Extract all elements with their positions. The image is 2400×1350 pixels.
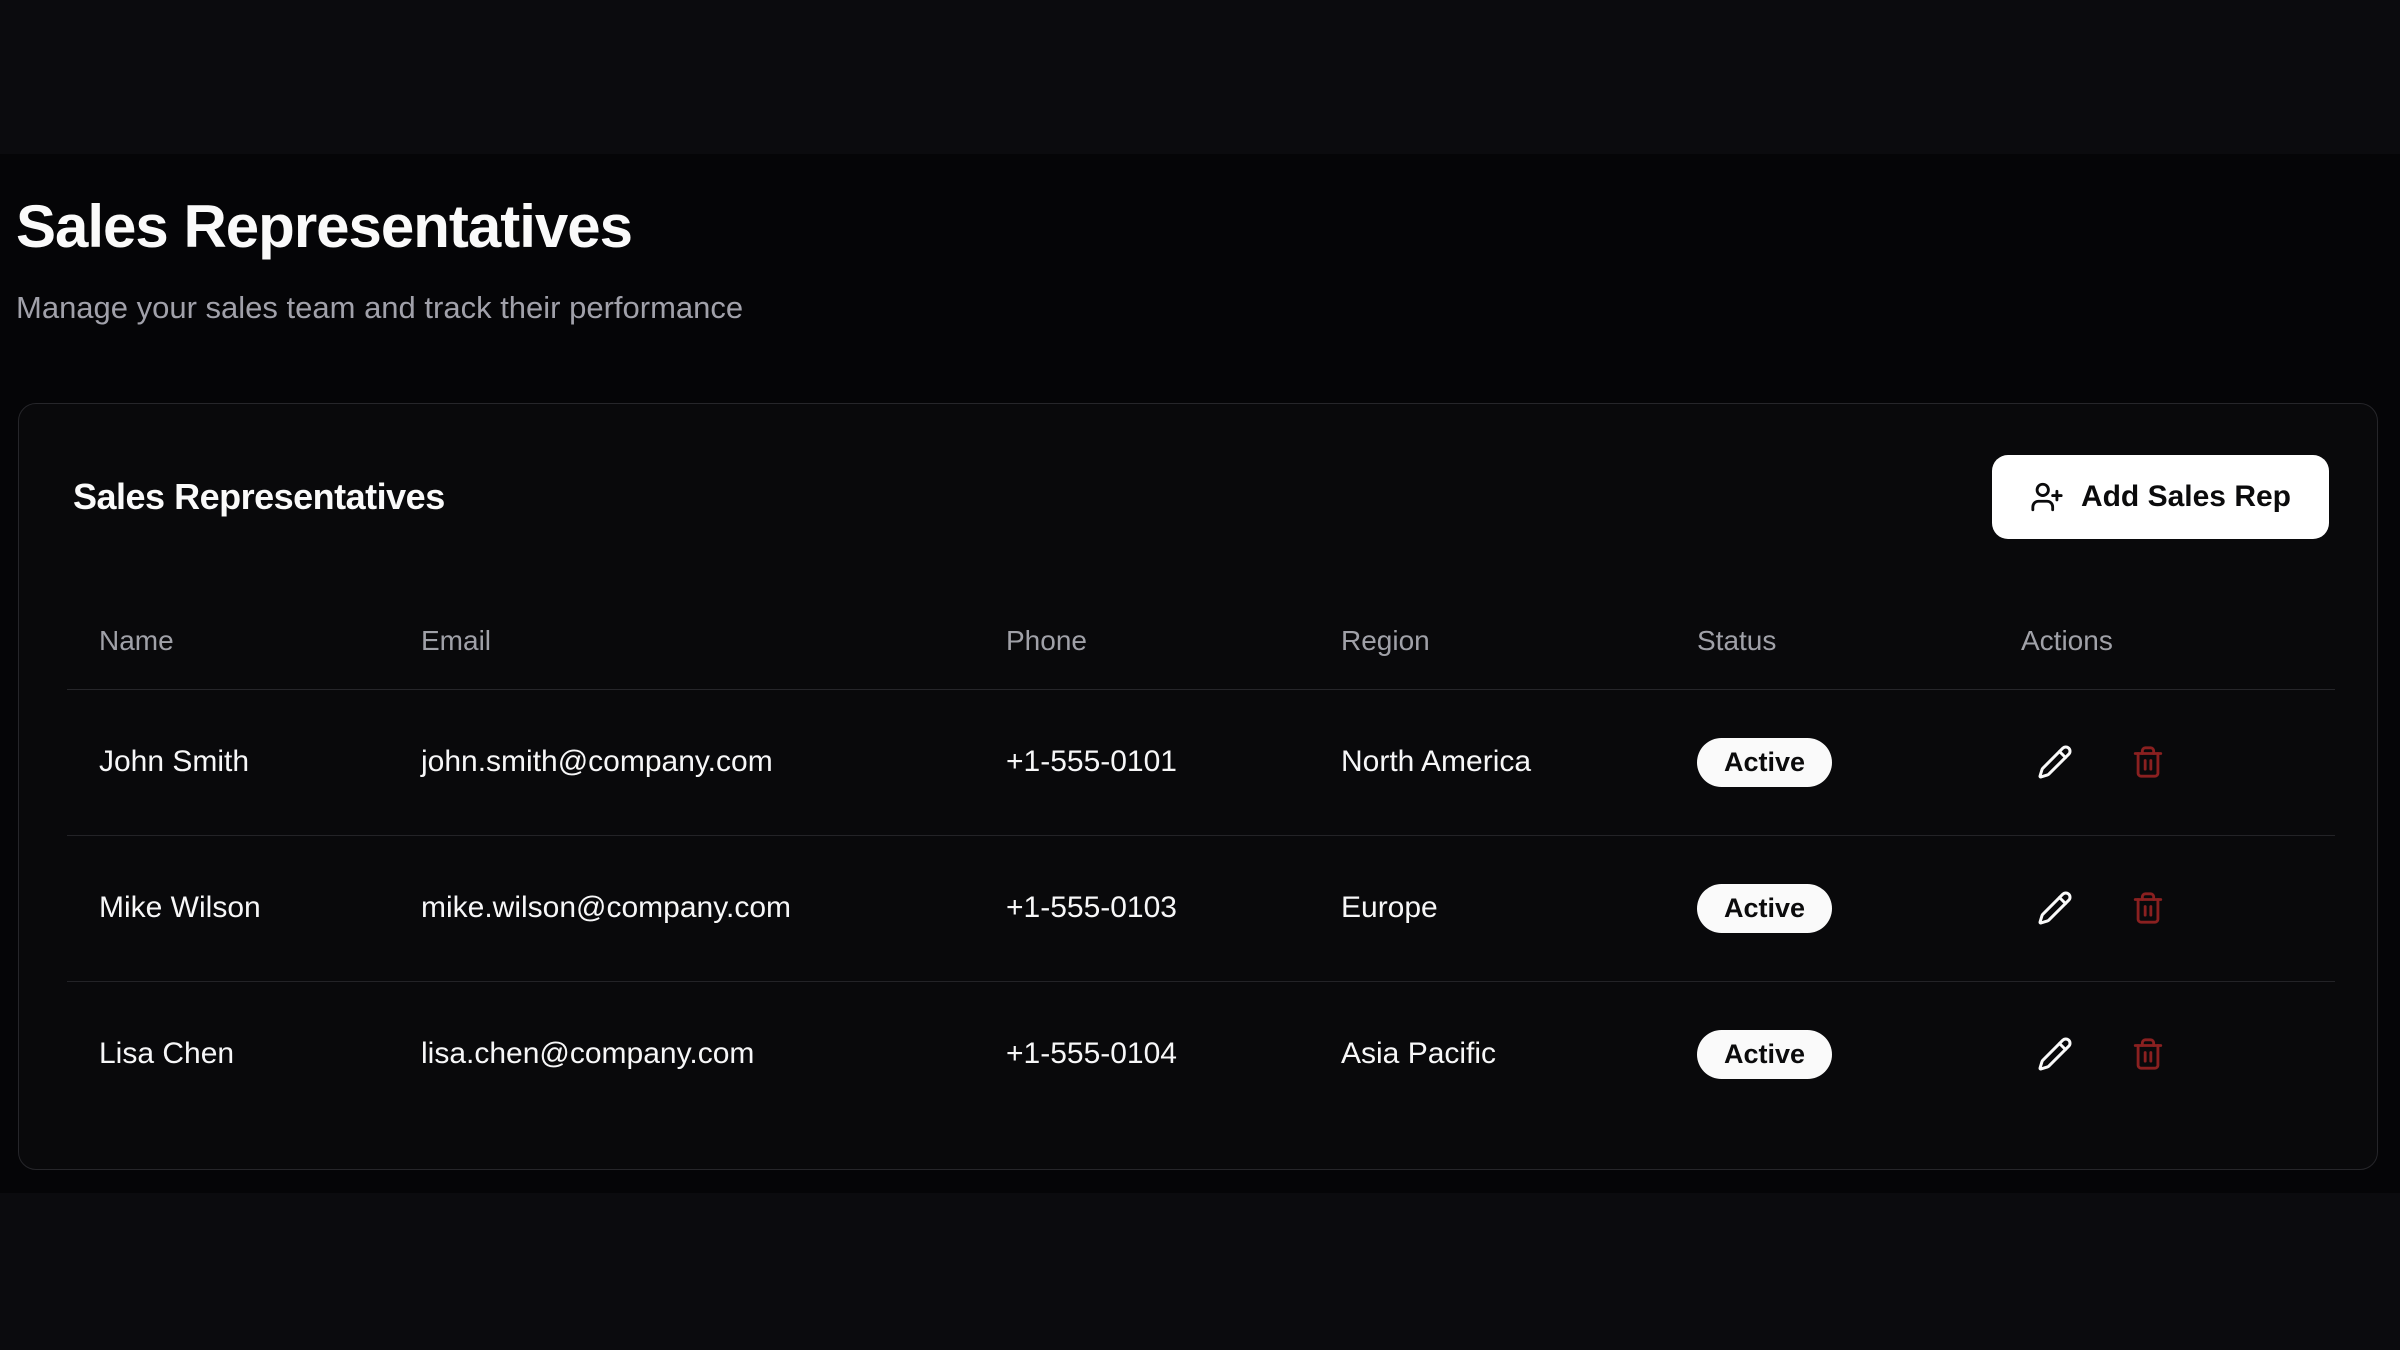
rep-name: Mike Wilson [67,835,389,981]
trash-icon [2131,745,2165,779]
rep-region: North America [1309,689,1665,835]
page-title: Sales Representatives [16,192,632,261]
rep-name: John Smith [67,689,389,835]
rep-phone: +1-555-0104 [974,981,1309,1127]
edit-button[interactable] [2031,738,2079,786]
edit-button[interactable] [2031,884,2079,932]
pencil-icon [2037,890,2073,926]
rep-email: mike.wilson@company.com [389,835,974,981]
trash-icon [2131,891,2165,925]
rep-email: john.smith@company.com [389,689,974,835]
app-window: Sales Representatives Manage your sales … [0,0,2400,1350]
rep-region: Asia Pacific [1309,981,1665,1127]
column-header-name: Name [67,593,389,689]
add-sales-rep-button[interactable]: Add Sales Rep [1992,455,2329,539]
page-subtitle: Manage your sales team and track their p… [16,286,743,329]
table-row: John Smith john.smith@company.com +1-555… [67,689,2335,835]
column-header-email: Email [389,593,974,689]
column-header-region: Region [1309,593,1665,689]
card-title: Sales Representatives [73,476,445,518]
pencil-icon [2037,744,2073,780]
add-sales-rep-label: Add Sales Rep [2081,480,2291,514]
table-row: Mike Wilson mike.wilson@company.com +1-5… [67,835,2335,981]
status-badge: Active [1697,738,1832,787]
sales-reps-table: Name Email Phone Region Status Actions J… [67,593,2335,1127]
delete-button[interactable] [2125,1031,2171,1077]
edit-button[interactable] [2031,1030,2079,1078]
table-row: Lisa Chen lisa.chen@company.com +1-555-0… [67,981,2335,1127]
rep-email: lisa.chen@company.com [389,981,974,1127]
rep-phone: +1-555-0101 [974,689,1309,835]
column-header-actions: Actions [1989,593,2335,689]
row-actions [2021,884,2335,932]
delete-button[interactable] [2125,885,2171,931]
column-header-status: Status [1665,593,1989,689]
trash-icon [2131,1037,2165,1071]
rep-phone: +1-555-0103 [974,835,1309,981]
table-header-row: Name Email Phone Region Status Actions [67,593,2335,689]
rep-name: Lisa Chen [67,981,389,1127]
main-content: Sales Representatives Manage your sales … [0,0,2400,1350]
card-header: Sales Representatives Add Sales Rep [67,452,2329,542]
rep-region: Europe [1309,835,1665,981]
pencil-icon [2037,1036,2073,1072]
status-badge: Active [1697,884,1832,933]
row-actions [2021,1030,2335,1078]
delete-button[interactable] [2125,739,2171,785]
user-plus-icon [2030,480,2064,514]
row-actions [2021,738,2335,786]
status-badge: Active [1697,1030,1832,1079]
sales-reps-card: Sales Representatives Add Sales Rep [18,403,2378,1170]
column-header-phone: Phone [974,593,1309,689]
